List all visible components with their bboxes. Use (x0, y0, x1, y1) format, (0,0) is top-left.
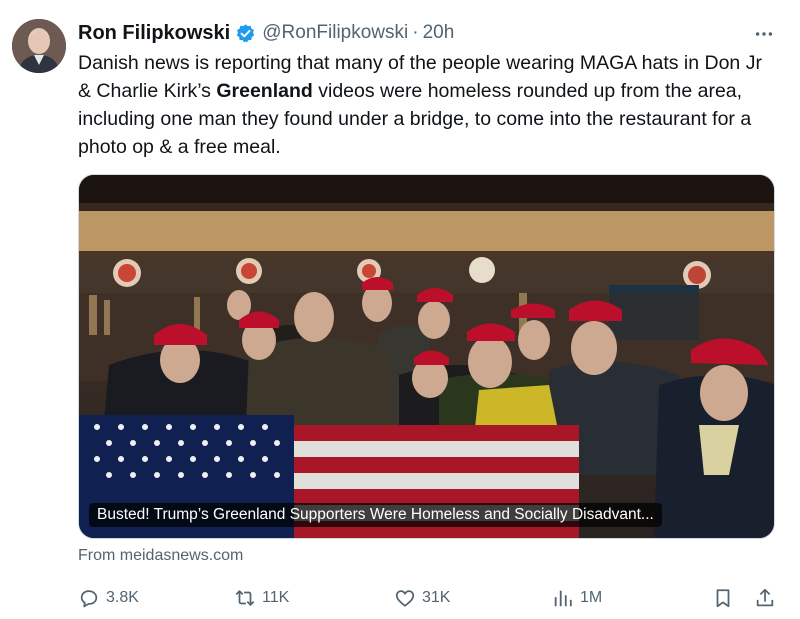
views-count: 1M (580, 589, 603, 606)
heart-icon (395, 590, 415, 607)
tweet[interactable]: Ron Filipkowski @RonFilipkowski · 20h Da… (0, 0, 800, 619)
repost-count: 11K (262, 589, 290, 606)
separator-dot: · (412, 22, 419, 43)
post-text: Danish news is reporting that many of th… (78, 49, 778, 161)
reply-count: 3.8K (106, 589, 139, 606)
avatar[interactable] (12, 19, 66, 73)
like-button[interactable]: 31K (394, 585, 450, 611)
link-card-title[interactable]: Busted! Trump’s Greenland Supporters Wer… (89, 503, 662, 527)
link-source[interactable]: From meidasnews.com (78, 547, 243, 565)
share-button[interactable] (754, 585, 782, 611)
views-button[interactable]: 1M (552, 585, 602, 611)
repost-icon (235, 590, 255, 606)
more-options-icon[interactable] (752, 22, 776, 46)
media-link-card[interactable]: Busted! Trump’s Greenland Supporters Wer… (78, 174, 775, 539)
reply-icon (80, 590, 98, 608)
verified-badge-icon[interactable] (235, 23, 256, 44)
bookmark-icon (716, 589, 730, 608)
repost-button[interactable]: 11K (234, 585, 289, 611)
group-photo (79, 175, 774, 538)
post-timestamp[interactable]: 20h (423, 22, 455, 44)
post-header: Ron Filipkowski @RonFilipkowski · 20h (78, 20, 454, 46)
post-text-bold: Greenland (216, 80, 313, 102)
bookmark-button[interactable] (712, 585, 740, 611)
views-chart-icon (554, 590, 572, 607)
share-icon (756, 588, 774, 607)
author-handle[interactable]: @RonFilipkowski (262, 22, 408, 44)
like-count: 31K (422, 589, 451, 606)
action-bar: 3.8K 11K 31K 1M (78, 585, 778, 611)
reply-button[interactable]: 3.8K (78, 585, 139, 611)
author-name[interactable]: Ron Filipkowski (78, 22, 230, 45)
